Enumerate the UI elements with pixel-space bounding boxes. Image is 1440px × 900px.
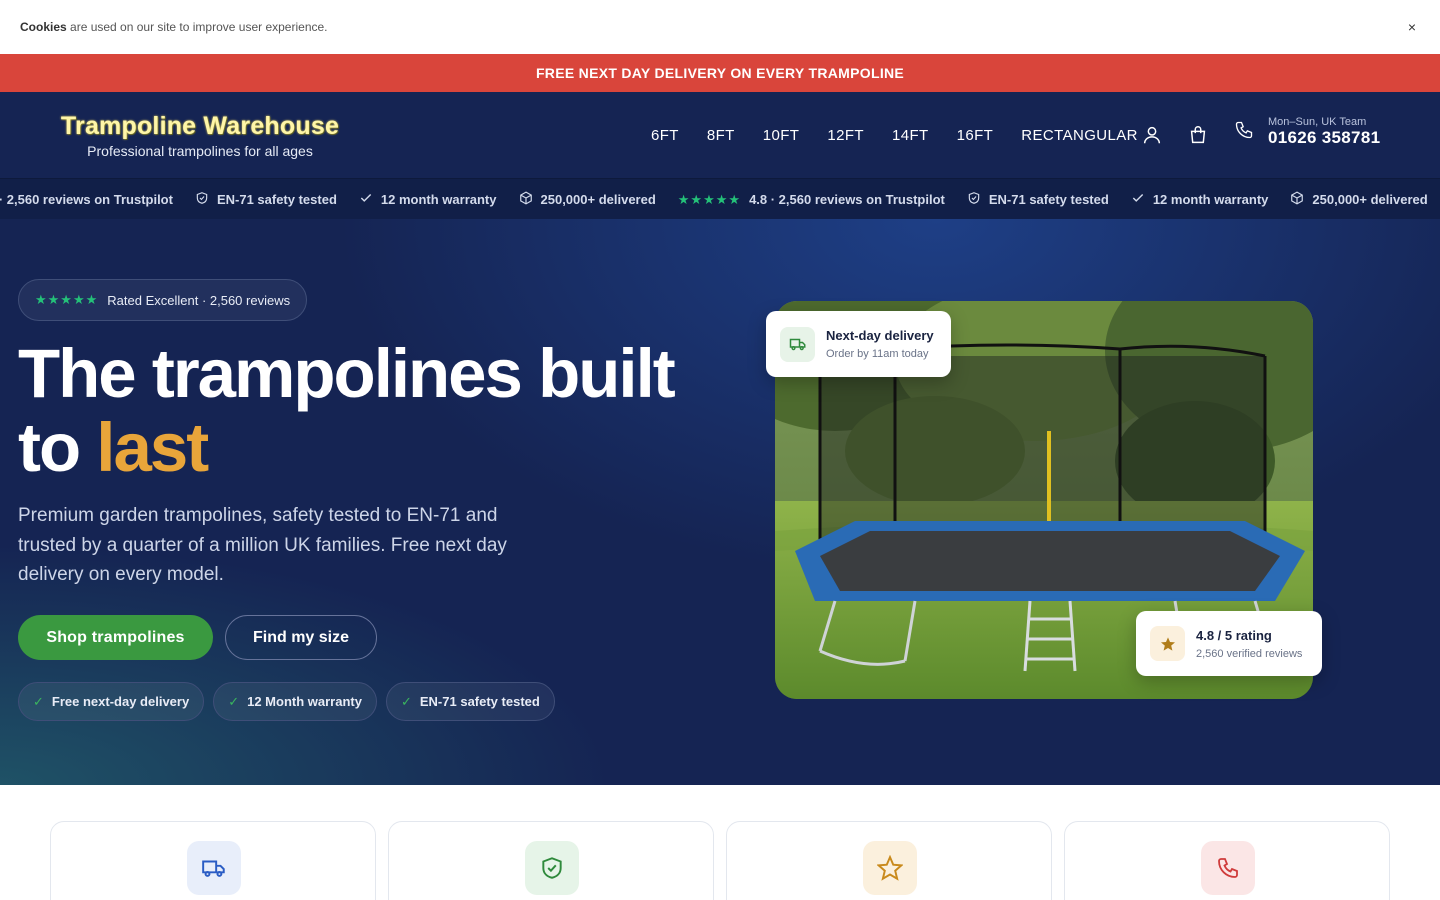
phone-label: Mon–Sun, UK Team xyxy=(1268,116,1367,128)
feature-card-rating xyxy=(726,821,1052,900)
rating-card-sub: 2,560 verified reviews xyxy=(1196,647,1303,660)
nav-item-12ft[interactable]: 12FT xyxy=(827,127,864,144)
phone-block[interactable]: Mon–Sun, UK Team 01626 358781 xyxy=(1234,116,1380,148)
benefit-chip: ✓ 12 Month warranty xyxy=(213,682,377,721)
find-my-size-button[interactable]: Find my size xyxy=(225,615,377,660)
cookie-text: Cookies are used on our site to improve … xyxy=(20,20,328,34)
logo-title: Trampoline Warehouse xyxy=(60,111,340,140)
rating-stars: ★★★★★ xyxy=(35,292,99,307)
trustpilot-stars: ★★★★★ xyxy=(677,191,742,207)
check-icon: ✓ xyxy=(228,693,240,709)
hero-title: The trampolines built to last xyxy=(18,335,676,486)
hero-title-accent: last xyxy=(96,409,209,486)
phone-icon xyxy=(1234,120,1254,145)
phone-icon xyxy=(1201,841,1255,895)
check-icon xyxy=(1131,191,1145,208)
feature-card-delivery xyxy=(50,821,376,900)
cookie-close-button[interactable]: × xyxy=(1404,19,1420,35)
benefit-chip: ✓ Free next-day delivery xyxy=(18,682,205,721)
delivery-card-sub: Order by 11am today xyxy=(826,348,929,360)
nav-item-16ft[interactable]: 16FT xyxy=(957,127,994,144)
delivery-card-title: Next-day delivery xyxy=(826,328,934,343)
logo[interactable]: Trampoline Warehouse Professional trampo… xyxy=(50,112,350,159)
ticker-item: 12 month warranty xyxy=(1131,191,1268,208)
nav-item-6ft[interactable]: 6FT xyxy=(651,127,679,144)
main-nav: 6FT 8FT 10FT 12FT 14FT 16FT RECTANGULAR xyxy=(651,92,1138,178)
ticker-item: 250,000+ delivered xyxy=(519,191,656,208)
check-icon: ✓ xyxy=(400,693,412,709)
cookie-banner: Cookies are used on our site to improve … xyxy=(0,0,1440,54)
hero-description: Premium garden trampolines, safety teste… xyxy=(18,505,507,585)
ticker-item: 8 · 2,560 reviews on Trustpilot xyxy=(0,192,173,207)
feature-card-safety xyxy=(388,821,714,900)
ticker-item: EN-71 safety tested xyxy=(195,191,337,208)
feature-card-phone xyxy=(1064,821,1390,900)
truck-icon xyxy=(187,841,241,895)
trust-ticker: 8 · 2,560 reviews on Trustpilot EN-71 sa… xyxy=(0,178,1440,219)
shield-icon xyxy=(967,191,981,208)
truck-icon xyxy=(780,326,815,362)
shield-icon xyxy=(195,191,209,208)
nav-item-8ft[interactable]: 8FT xyxy=(707,127,735,144)
star-icon xyxy=(1150,626,1185,661)
delivery-card: Next-day delivery Order by 11am today xyxy=(766,311,951,377)
nav-item-rectangular[interactable]: RECTANGULAR xyxy=(1021,127,1138,144)
benefit-chip: ✓ EN-71 safety tested xyxy=(385,682,555,721)
ticker-item: ★★★★★ 4.8 · 2,560 reviews on Trustpilot xyxy=(677,191,945,208)
logo-tagline: Professional trampolines for all ages xyxy=(87,142,313,159)
rating-card: 4.8 / 5 rating 2,560 verified reviews xyxy=(1136,611,1322,676)
header-icons xyxy=(1140,92,1210,178)
ticker-track: 8 · 2,560 reviews on Trustpilot EN-71 sa… xyxy=(0,179,1440,219)
rating-card-title: 4.8 / 5 rating xyxy=(1196,627,1272,643)
benefit-chips: ✓ Free next-day delivery ✓ 12 Month warran… xyxy=(18,682,555,721)
nav-item-10ft[interactable]: 10FT xyxy=(763,127,800,144)
promo-banner: FREE NEXT DAY DELIVERY ON EVERY TRAMPOLI… xyxy=(0,54,1440,92)
hero-section: ★★★★★ Rated Excellent · 2,560 reviews Th… xyxy=(0,219,1440,785)
check-icon: ✓ xyxy=(33,693,44,709)
ticker-item: EN-71 safety tested xyxy=(967,191,1109,208)
features-row xyxy=(50,821,1390,900)
shop-trampolines-button[interactable]: Shop trampolines xyxy=(18,615,213,660)
ticker-item: 250,000+ delivered xyxy=(1290,191,1428,208)
cart-icon[interactable] xyxy=(1186,123,1210,147)
rating-pill-text: Rated Excellent · 2,560 reviews xyxy=(107,292,291,308)
rating-pill: ★★★★★ Rated Excellent · 2,560 reviews xyxy=(18,279,308,321)
check-icon xyxy=(359,191,373,208)
phone-number[interactable]: 01626 358781 xyxy=(1268,128,1380,148)
site-header: Trampoline Warehouse Professional trampo… xyxy=(0,92,1440,178)
box-icon xyxy=(1290,191,1304,208)
shield-check-icon xyxy=(525,841,579,895)
account-icon[interactable] xyxy=(1140,123,1164,147)
promo-text: FREE NEXT DAY DELIVERY ON EVERY TRAMPOLI… xyxy=(535,65,905,81)
star-icon xyxy=(863,841,917,895)
box-icon xyxy=(519,191,533,208)
nav-item-14ft[interactable]: 14FT xyxy=(892,127,929,144)
ticker-item: 12 month warranty xyxy=(359,191,497,208)
